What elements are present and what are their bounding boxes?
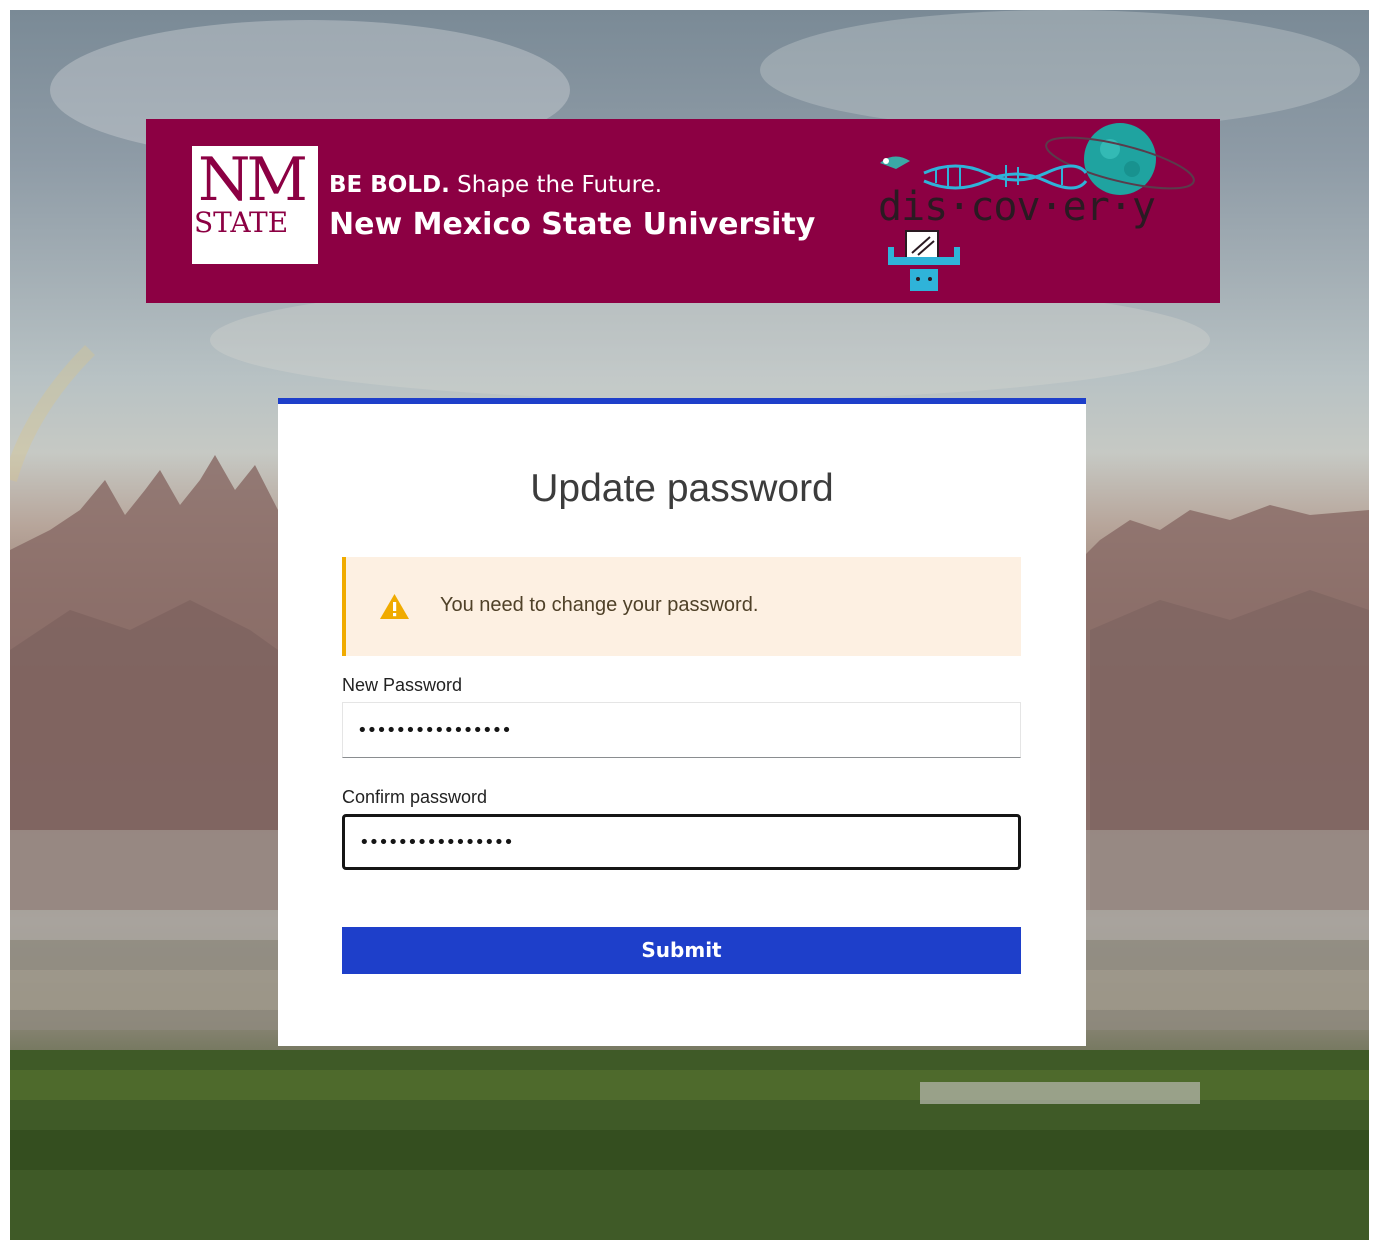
- tagline-rest: Shape the Future.: [449, 172, 663, 198]
- background-photo: NM STATE BE BOLD. Shape the Future. New …: [10, 10, 1369, 1240]
- new-password-label: New Password: [342, 675, 463, 695]
- warning-triangle-icon: [380, 594, 409, 619]
- university-name: New Mexico State University: [329, 207, 816, 242]
- warning-alert: You need to change your password.: [342, 557, 1021, 656]
- discovery-wordmark: dis·cov·er·y: [878, 184, 1156, 230]
- nmsu-banner: NM STATE BE BOLD. Shape the Future. New …: [146, 119, 1220, 303]
- confirm-password-label: Confirm password: [342, 787, 488, 807]
- update-password-card: Update password You need to change your …: [278, 398, 1086, 1046]
- new-mexico-shape-icon: [192, 239, 318, 264]
- discovery-logo: dis·cov·er·y: [866, 123, 1196, 301]
- tagline: BE BOLD. Shape the Future.: [329, 171, 662, 199]
- tagline-bold: BE BOLD.: [329, 172, 450, 198]
- logo-nm-text: NM: [198, 145, 308, 215]
- alert-message: You need to change your password.: [440, 594, 759, 616]
- page-title: Update password: [530, 467, 834, 510]
- logo-state-text: STATE: [194, 206, 289, 239]
- submit-button[interactable]: Submit: [342, 927, 1021, 974]
- nm-state-logo: NM STATE: [192, 146, 318, 264]
- new-password-input[interactable]: [342, 702, 1021, 758]
- confirm-password-input[interactable]: [342, 814, 1021, 870]
